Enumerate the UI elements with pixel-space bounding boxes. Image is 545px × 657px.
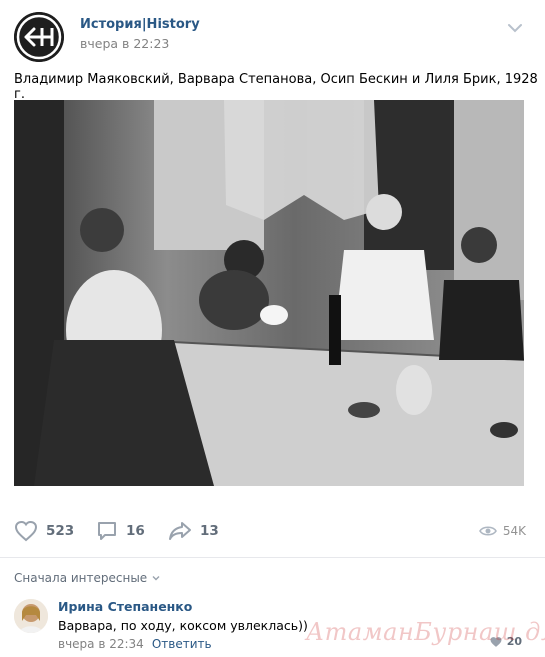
group-logo-icon: [14, 12, 64, 62]
share-arrow-icon: [169, 522, 191, 540]
post-photo[interactable]: [14, 100, 524, 486]
comments-sort-dropdown[interactable]: Сначала интересные: [14, 571, 161, 585]
heart-icon: [14, 520, 38, 542]
views-counter: 54K: [478, 516, 526, 546]
comment-icon: [98, 522, 116, 540]
group-name-link[interactable]: История|History: [80, 17, 200, 32]
group-avatar[interactable]: [14, 12, 64, 62]
like-count: 523: [46, 523, 75, 539]
post-header: История|History вчера в 22:23: [14, 12, 534, 62]
comment-text: Варвара, по ходу, коксом увлеклась)): [58, 618, 308, 633]
comment-author-avatar[interactable]: [14, 599, 48, 633]
like-button[interactable]: 523: [14, 516, 74, 546]
eye-icon: [478, 526, 497, 536]
divider: [0, 557, 545, 558]
comment-count: 16: [126, 523, 145, 539]
comment-meta: вчера в 22:34 Ответить: [58, 637, 212, 651]
watermark: АтаманБурнаш для ЯП: [306, 618, 545, 646]
comment-button[interactable]: 16: [96, 516, 145, 546]
comments-sort-label: Сначала интересные: [14, 571, 148, 585]
reply-link[interactable]: Ответить: [152, 637, 212, 651]
views-count: 54K: [502, 524, 526, 538]
comment-timestamp[interactable]: вчера в 22:34: [58, 637, 144, 651]
post-timestamp[interactable]: вчера в 22:23: [80, 36, 169, 51]
post-actions: 523 16 13 54K: [14, 516, 526, 546]
post-text: Владимир Маяковский, Варвара Степанова, …: [14, 72, 538, 102]
chevron-down-icon[interactable]: [506, 20, 524, 34]
chevron-down-icon: [152, 576, 160, 581]
share-button[interactable]: 13: [168, 516, 219, 546]
comment-author-name[interactable]: Ирина Степаненко: [58, 599, 192, 614]
share-count: 13: [200, 523, 219, 539]
